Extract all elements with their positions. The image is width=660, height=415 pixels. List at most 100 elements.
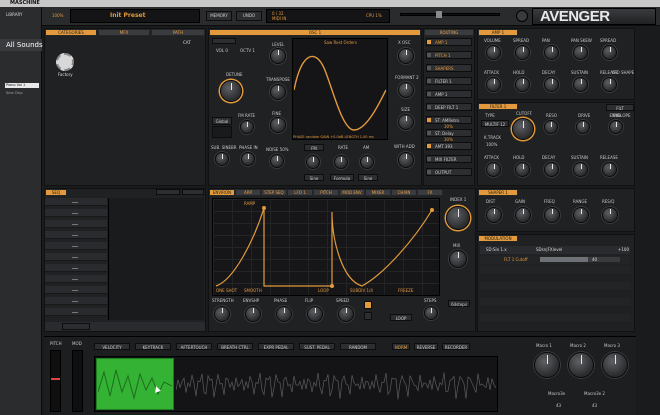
filter-type-select[interactable]: MULTIF 12 [481,120,509,127]
osc-shape-button[interactable] [212,126,232,138]
key-mod-button[interactable]: SUST. PEDAL [299,343,335,350]
osc-fm-button[interactable]: FM [304,144,324,151]
key-mod-button[interactable]: AFTERTOUCH [176,343,212,350]
osc-right-button[interactable]: Sine [358,174,378,181]
key-mod-button[interactable]: VELOCITY [94,343,130,350]
filter-drive-knob[interactable] [576,120,590,134]
osc-level-knob[interactable] [270,48,286,64]
seq-tab-pitch[interactable]: PITCH [313,189,339,196]
osc-mid-button[interactable]: Formula [330,174,354,181]
output-knob[interactable] [516,10,528,22]
arp-mix-knob[interactable] [449,250,467,268]
shaper-knob[interactable] [544,207,560,223]
freeze-button[interactable] [364,312,372,320]
mod-empty-row[interactable] [480,282,630,289]
routing-item[interactable]: DEEP FILT 1 [426,103,472,111]
seq-tab-fx[interactable]: FX [417,189,443,196]
seq-tab-arp[interactable]: ARP [235,189,261,196]
env-mode-b[interactable]: SMOOTH [244,289,262,293]
filter-env-button[interactable]: FILT ENVELOPE [606,104,634,118]
filter-reso-knob[interactable] [544,120,558,134]
seq-tab-lfo-1[interactable]: LFO 1 [287,189,313,196]
osc-am-knob[interactable] [360,155,374,169]
filter-env-knob[interactable] [573,162,588,177]
undo-button[interactable]: UNDO [236,11,262,21]
osc-fm-knob[interactable] [306,155,320,169]
osc-mode-button[interactable]: Global [212,117,232,125]
osc-rate-knob[interactable] [334,155,348,169]
master-volume-slider[interactable] [400,13,500,16]
osc-detune-knob[interactable] [220,80,242,102]
osc-transpose-knob[interactable] [270,84,286,100]
osc-x-osc-knob[interactable] [398,48,414,64]
osc-fm-rate-knob[interactable] [240,120,254,134]
osc-tab[interactable]: OSC 1 [209,29,421,36]
mod-empty-row[interactable] [480,266,630,273]
osc-noise-knob[interactable] [270,154,284,168]
amp-tab[interactable]: AMP 1 [478,29,518,36]
arp-index-knob[interactable] [446,206,470,230]
env-mode-a[interactable]: ONE SHOT [216,289,237,293]
key-mod-button[interactable]: EXPR PEDAL [258,343,294,350]
seq-tab-environ[interactable]: ENVIRON [209,189,235,196]
routing-item[interactable]: PITCH 1 [426,51,472,59]
mod-empty-row[interactable] [480,314,630,321]
filter-tab[interactable]: FILTER 1 [478,103,518,110]
macro-knob[interactable] [534,352,560,378]
browser-tab-categories[interactable]: CATEGORIES [45,29,97,36]
osc-fine-knob[interactable] [270,117,286,133]
filter-env-knob[interactable] [486,162,501,177]
amp-env-knob[interactable] [544,77,559,92]
mod-empty-row[interactable] [480,322,630,329]
mod-wheel[interactable] [72,350,83,412]
seq-list-btn-a[interactable] [156,189,180,195]
seq-tab-mod-env[interactable]: MOD ENV [339,189,365,196]
shaper-tab[interactable]: SHAPER 1 [478,189,518,196]
routing-item[interactable]: SHAPERS [426,64,472,72]
routing-item[interactable]: AMP 1 [426,90,472,98]
macro-knob[interactable] [568,352,594,378]
amp-env-knob[interactable] [486,77,501,92]
amp-env-knob[interactable] [515,77,530,92]
filter-env-knob[interactable] [609,120,623,134]
seq-list-header[interactable]: SEQ [45,189,67,196]
filter-env-knob[interactable] [515,162,530,177]
filter-cutoff-knob[interactable] [512,118,534,140]
browser-tab-mfx[interactable]: MFX [98,29,150,36]
key-mod-button[interactable]: KEYTRACK [135,343,171,350]
mod-empty-row[interactable] [480,290,630,297]
env-freeze-label[interactable]: FREEZE [398,289,413,293]
env-knob[interactable] [338,306,354,322]
amp-knob[interactable] [515,45,530,60]
browser-tab-path[interactable]: PATH [151,29,205,36]
shaper-knob[interactable] [486,207,502,223]
env-loop-btn[interactable]: LOOP [390,314,412,321]
seq-list-btn-b[interactable] [182,189,204,195]
osc-phase-knob[interactable] [241,152,255,166]
filter-env-knob[interactable] [544,162,559,177]
routing-item[interactable]: OUTPUT [426,168,472,176]
pitch-wheel[interactable] [50,350,61,412]
env-knob[interactable] [214,306,230,322]
osc-formant-knob[interactable] [398,82,414,98]
osc-sub-button[interactable] [212,38,236,44]
steps-knob[interactable] [424,306,438,320]
env-knob[interactable] [307,306,323,322]
osc-with-add-knob[interactable] [398,152,414,168]
shaper-knob[interactable] [573,207,589,223]
amp-env-knob[interactable] [573,77,588,92]
env-loop-label[interactable]: LOOP [318,289,329,293]
env-knob[interactable] [245,306,261,322]
routing-item[interactable]: ST: AMRetro [426,116,472,124]
mod-tab-envelope[interactable]: MODULATION [478,235,518,242]
shaper-knob[interactable] [602,207,618,223]
seq-tab-mixer[interactable]: MIXER [365,189,391,196]
key-mod-button[interactable]: BREATH CTRL [217,343,253,350]
factory-icon[interactable] [56,53,74,71]
mod-empty-row[interactable] [480,274,630,281]
routing-item[interactable]: MIX FILTER [426,155,472,163]
osc-size-knob[interactable] [398,114,414,130]
memory-button[interactable]: MEMORY [206,11,232,21]
routing-item[interactable]: AMT 393 [426,142,472,150]
filter-env-knob[interactable] [602,162,617,177]
